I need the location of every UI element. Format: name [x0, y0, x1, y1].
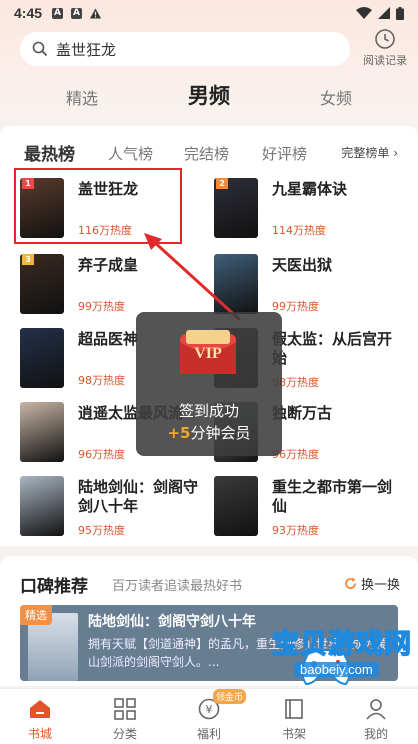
coin-badge: 领金币: [213, 689, 247, 704]
book-title: 陆地剑仙：剑阁守剑八十年: [78, 478, 199, 515]
clock-icon: [375, 29, 395, 49]
tab-female[interactable]: 女频: [320, 85, 352, 109]
book-item[interactable]: 陆地剑仙：剑阁守剑八十年 95万热度: [20, 476, 210, 542]
ranking-tabs: 最热榜 人气榜 完结榜 好评榜 完整榜单 ›: [0, 140, 418, 165]
svg-text:VIP: VIP: [194, 345, 222, 362]
tab-male[interactable]: 男频: [188, 80, 230, 110]
book-title: 独断万古: [272, 404, 333, 422]
recommend-title: 口碑推荐: [20, 577, 88, 597]
search-icon: [32, 41, 48, 57]
svg-text:¥: ¥: [206, 703, 213, 716]
vip-icon: VIP: [180, 330, 236, 374]
search-input[interactable]: 盖世狂龙: [20, 32, 350, 66]
rank-badge: 3: [22, 254, 34, 265]
search-query: 盖世狂龙: [56, 40, 117, 59]
book-title: 天医出狱: [272, 256, 333, 274]
book-title: 重生之都市第一剑仙: [272, 478, 393, 515]
watermark: 宝贝游戏网 baobeiy.com: [248, 622, 418, 742]
checkin-toast: VIP 签到成功 +5分钟会员: [136, 312, 282, 456]
nav-welfare[interactable]: ¥ 福利 领金币: [179, 689, 247, 742]
nav-category[interactable]: 分类: [95, 697, 155, 742]
toast-line2: +5分钟会员: [167, 424, 251, 442]
full-ranking-link[interactable]: 完整榜单 ›: [341, 144, 398, 161]
refresh-button[interactable]: 换一换: [344, 574, 400, 593]
book-heat: 96万热度: [78, 448, 125, 461]
tab-rated[interactable]: 好评榜: [262, 143, 307, 164]
book-heat: 114万热度: [272, 224, 326, 237]
status-bar: 4:45 A A: [0, 0, 418, 26]
channel-tabs: 精选 男频 女频: [0, 80, 418, 112]
a-icon: A: [52, 7, 64, 19]
status-time: 4:45: [14, 5, 43, 21]
book-heat: 99万热度: [78, 300, 125, 313]
refresh-icon: [345, 577, 356, 589]
tab-completed[interactable]: 完结榜: [184, 143, 229, 164]
nav-bookstore[interactable]: 书城: [10, 697, 70, 742]
book-cover: [20, 402, 64, 462]
signal-icon: [378, 7, 390, 19]
battery-icon: [396, 6, 404, 20]
tab-popular[interactable]: 人气榜: [108, 143, 153, 164]
recommend-subtitle: 百万读者追读最热好书: [112, 579, 243, 594]
book-item[interactable]: 重生之都市第一剑仙 93万热度: [214, 476, 404, 542]
book-title: 假太监：从后宫开始: [272, 330, 393, 367]
book-heat: 93万热度: [272, 524, 319, 537]
tab-featured[interactable]: 精选: [66, 85, 98, 109]
recommend-book-title: 陆地剑仙：剑阁守剑八十年: [88, 614, 256, 630]
book-heat: 99万热度: [272, 300, 319, 313]
book-heat: 95万热度: [78, 524, 125, 537]
book-cover: [214, 476, 258, 536]
reading-history-button[interactable]: 阅读记录: [358, 28, 412, 68]
watermark-url: baobeiy.com: [294, 662, 379, 677]
home-icon: [30, 700, 50, 718]
wifi-icon: [356, 7, 372, 19]
rank-badge: 2: [216, 178, 228, 189]
history-label: 阅读记录: [363, 54, 407, 67]
featured-tag: 精选: [20, 605, 52, 625]
book-heat: 98万热度: [78, 374, 125, 387]
grid-icon: [114, 698, 136, 720]
watermark-text: 宝贝游戏网: [271, 628, 412, 660]
a-icon: A: [71, 7, 83, 19]
book-cover: [20, 328, 64, 388]
book-title: 九星霸体诀: [272, 180, 348, 198]
book-cover: 2: [214, 178, 258, 238]
warning-icon: [90, 7, 102, 19]
toast-line1: 签到成功: [178, 402, 239, 420]
book-cover: [20, 476, 64, 536]
tab-hottest[interactable]: 最热榜: [24, 140, 75, 165]
book-cover: 3: [20, 254, 64, 314]
